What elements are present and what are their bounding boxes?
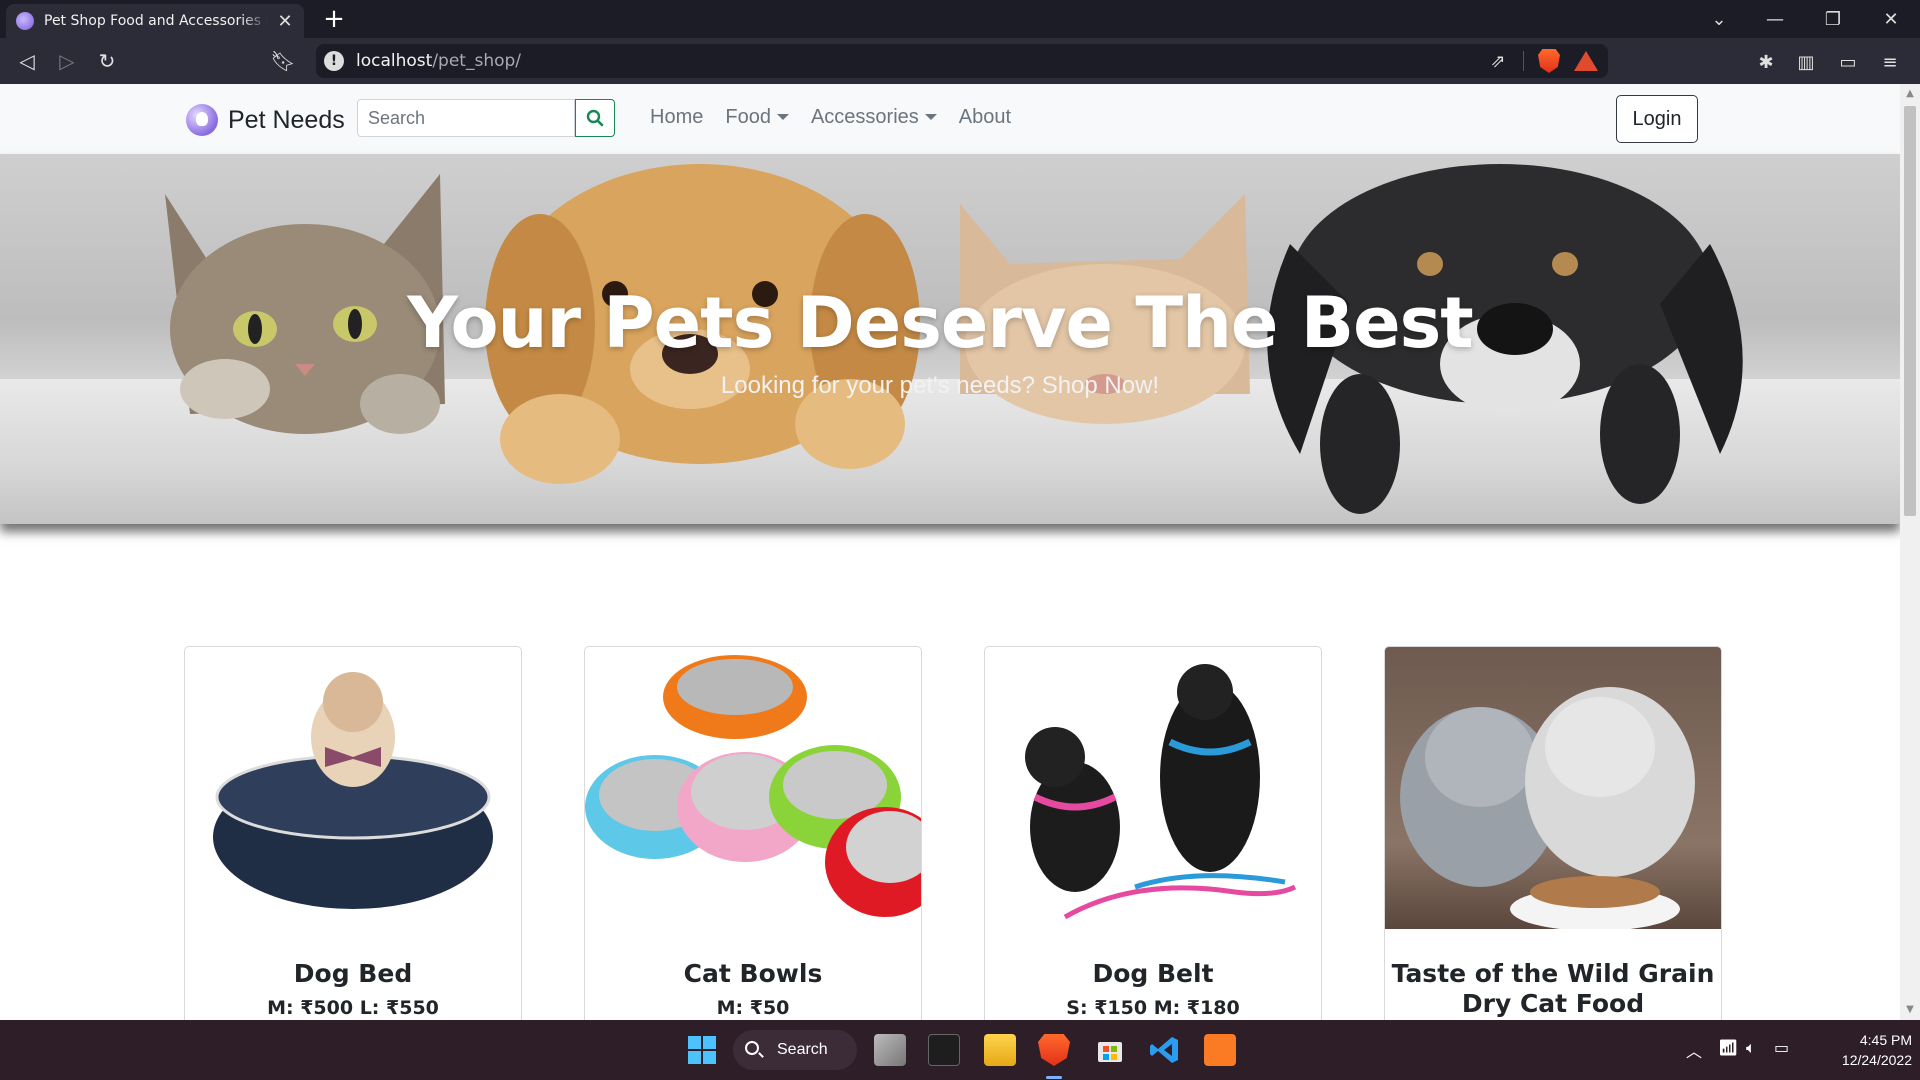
site-info-icon[interactable]: !: [324, 51, 344, 71]
search-button[interactable]: [575, 99, 615, 137]
windows-taskbar: Search ︿ 📶︎ 🔈︎ ▭ 4:45 PM 12/24/2022: [0, 1020, 1920, 1080]
nav-accessories-dropdown[interactable]: Accessories: [811, 106, 937, 129]
caret-down-icon: [776, 114, 789, 120]
nav-home[interactable]: Home: [650, 106, 703, 129]
product-price: S: ₹150 M: ₹180: [1066, 997, 1240, 1019]
minimize-window-button[interactable]: —: [1750, 0, 1800, 38]
wallet-icon[interactable]: ▭: [1834, 48, 1862, 76]
xampp-icon[interactable]: [1204, 1034, 1236, 1066]
brand[interactable]: Pet Needs: [186, 104, 345, 136]
cat-bowls-image: [585, 647, 921, 929]
url-host: localhost: [356, 51, 433, 71]
new-tab-button[interactable]: +: [320, 4, 348, 34]
scrollbar-thumb[interactable]: [1904, 106, 1916, 516]
product-name: Cat Bowls: [683, 959, 823, 988]
nav-links: Home Food Accessories About: [650, 106, 1011, 129]
taskbar-search-label: Search: [777, 1041, 828, 1058]
wifi-icon[interactable]: 📶︎: [1718, 1038, 1738, 1057]
menu-icon[interactable]: ≡: [1876, 48, 1904, 76]
clock-date: 12/24/2022: [1841, 1052, 1912, 1068]
brave-shields-icon[interactable]: [1538, 49, 1560, 73]
caret-down-icon: [924, 114, 937, 120]
page-viewport: Pet Needs Home Food Accessories About Lo…: [0, 84, 1900, 1020]
active-app-indicator: [1046, 1076, 1062, 1079]
microsoft-store-icon[interactable]: [1094, 1034, 1126, 1066]
brand-name: Pet Needs: [228, 105, 345, 134]
product-card[interactable]: Dog Bed M: ₹500 L: ₹550: [184, 646, 522, 1020]
nav-about[interactable]: About: [959, 106, 1011, 129]
taskbar-search[interactable]: Search: [733, 1030, 857, 1070]
browser-tab-active[interactable]: Pet Shop Food and Accessories Shop ✕: [6, 4, 304, 38]
omnibox-divider: [1523, 51, 1524, 71]
login-button[interactable]: Login: [1616, 95, 1698, 143]
show-hidden-icons-icon[interactable]: ︿: [1686, 1038, 1702, 1062]
browser-toolbar: ◁ ▷ ↻ 🔖︎ ! localhost/pet_shop/ ⇗ ✱ ▥ ▭ ≡: [0, 38, 1920, 84]
product-name: Taste of the Wild Grain Dry Cat Food: [1391, 959, 1715, 1018]
forward-button[interactable]: ▷: [52, 46, 82, 76]
reload-button[interactable]: ↻: [92, 46, 122, 76]
product-card[interactable]: Dog Belt S: ₹150 M: ₹180: [984, 646, 1322, 1020]
brave-rewards-icon[interactable]: [1574, 51, 1598, 71]
brave-browser-icon[interactable]: [1038, 1034, 1070, 1066]
scroll-up-arrow-icon[interactable]: ▲: [1904, 88, 1916, 99]
hero-banner: Your Pets Deserve The Best Looking for y…: [0, 154, 1900, 524]
browser-titlebar: Pet Shop Food and Accessories Shop ✕ + ⌄…: [0, 0, 1920, 38]
address-bar[interactable]: ! localhost/pet_shop/ ⇗: [316, 44, 1608, 78]
page-scrollbar[interactable]: ▲ ▼: [1900, 84, 1920, 1020]
product-name: Dog Bed: [293, 959, 413, 988]
share-icon[interactable]: ⇗: [1487, 50, 1509, 72]
nav-food-dropdown[interactable]: Food: [725, 106, 789, 129]
product-card[interactable]: Taste of the Wild Grain Dry Cat Food: [1384, 646, 1722, 1020]
tab-search-chevron-icon[interactable]: ⌄: [1694, 0, 1744, 38]
search-icon: [745, 1041, 759, 1055]
site-navbar: Pet Needs Home Food Accessories About Lo…: [0, 84, 1900, 154]
product-price: M: ₹500 L: ₹550: [267, 997, 439, 1019]
url-path: /pet_shop/: [432, 51, 522, 71]
nav-food-label: Food: [725, 106, 771, 128]
windows-start-icon[interactable]: [686, 1034, 718, 1066]
product-cards: Dog Bed M: ₹500 L: ₹550 Cat Bowls M: ₹50: [184, 646, 1722, 1020]
tab-favicon-icon: [16, 12, 34, 30]
close-window-button[interactable]: ✕: [1866, 0, 1916, 38]
tab-close-icon[interactable]: ✕: [276, 11, 294, 32]
dog-bed-image: [185, 647, 521, 929]
battery-icon[interactable]: ▭: [1774, 1038, 1789, 1057]
product-price: M: ₹50: [716, 997, 790, 1019]
volume-icon[interactable]: 🔈︎: [1746, 1038, 1756, 1058]
hero-subtitle: Looking for your pet's needs? Shop Now!: [720, 372, 1160, 399]
restore-window-button[interactable]: ❐: [1808, 0, 1858, 38]
clock-time: 4:45 PM: [1859, 1032, 1912, 1048]
dog-belt-image: [985, 647, 1321, 929]
file-explorer-icon[interactable]: [984, 1034, 1016, 1066]
product-name: Dog Belt: [1092, 959, 1214, 988]
hero-title: Your Pets Deserve The Best: [407, 282, 1473, 364]
search-input[interactable]: [357, 99, 575, 137]
terminal-icon[interactable]: [928, 1034, 960, 1066]
sidebar-icon[interactable]: ▥: [1792, 48, 1820, 76]
scroll-down-arrow-icon[interactable]: ▼: [1904, 1004, 1916, 1015]
pet-logo-icon: [186, 104, 218, 136]
task-view-icon[interactable]: [874, 1034, 906, 1066]
search-icon: [586, 109, 604, 127]
nav-accessories-label: Accessories: [810, 106, 919, 128]
cat-food-image: [1385, 647, 1721, 929]
product-card[interactable]: Cat Bowls M: ₹50: [584, 646, 922, 1020]
bookmark-icon[interactable]: 🔖︎: [268, 46, 298, 76]
system-clock[interactable]: 4:45 PM 12/24/2022: [1806, 1030, 1912, 1070]
vscode-icon[interactable]: [1148, 1034, 1180, 1066]
extensions-icon[interactable]: ✱: [1752, 48, 1780, 76]
search-form: [357, 99, 615, 137]
tab-title: Pet Shop Food and Accessories Shop: [44, 13, 268, 29]
back-button[interactable]: ◁: [12, 46, 42, 76]
